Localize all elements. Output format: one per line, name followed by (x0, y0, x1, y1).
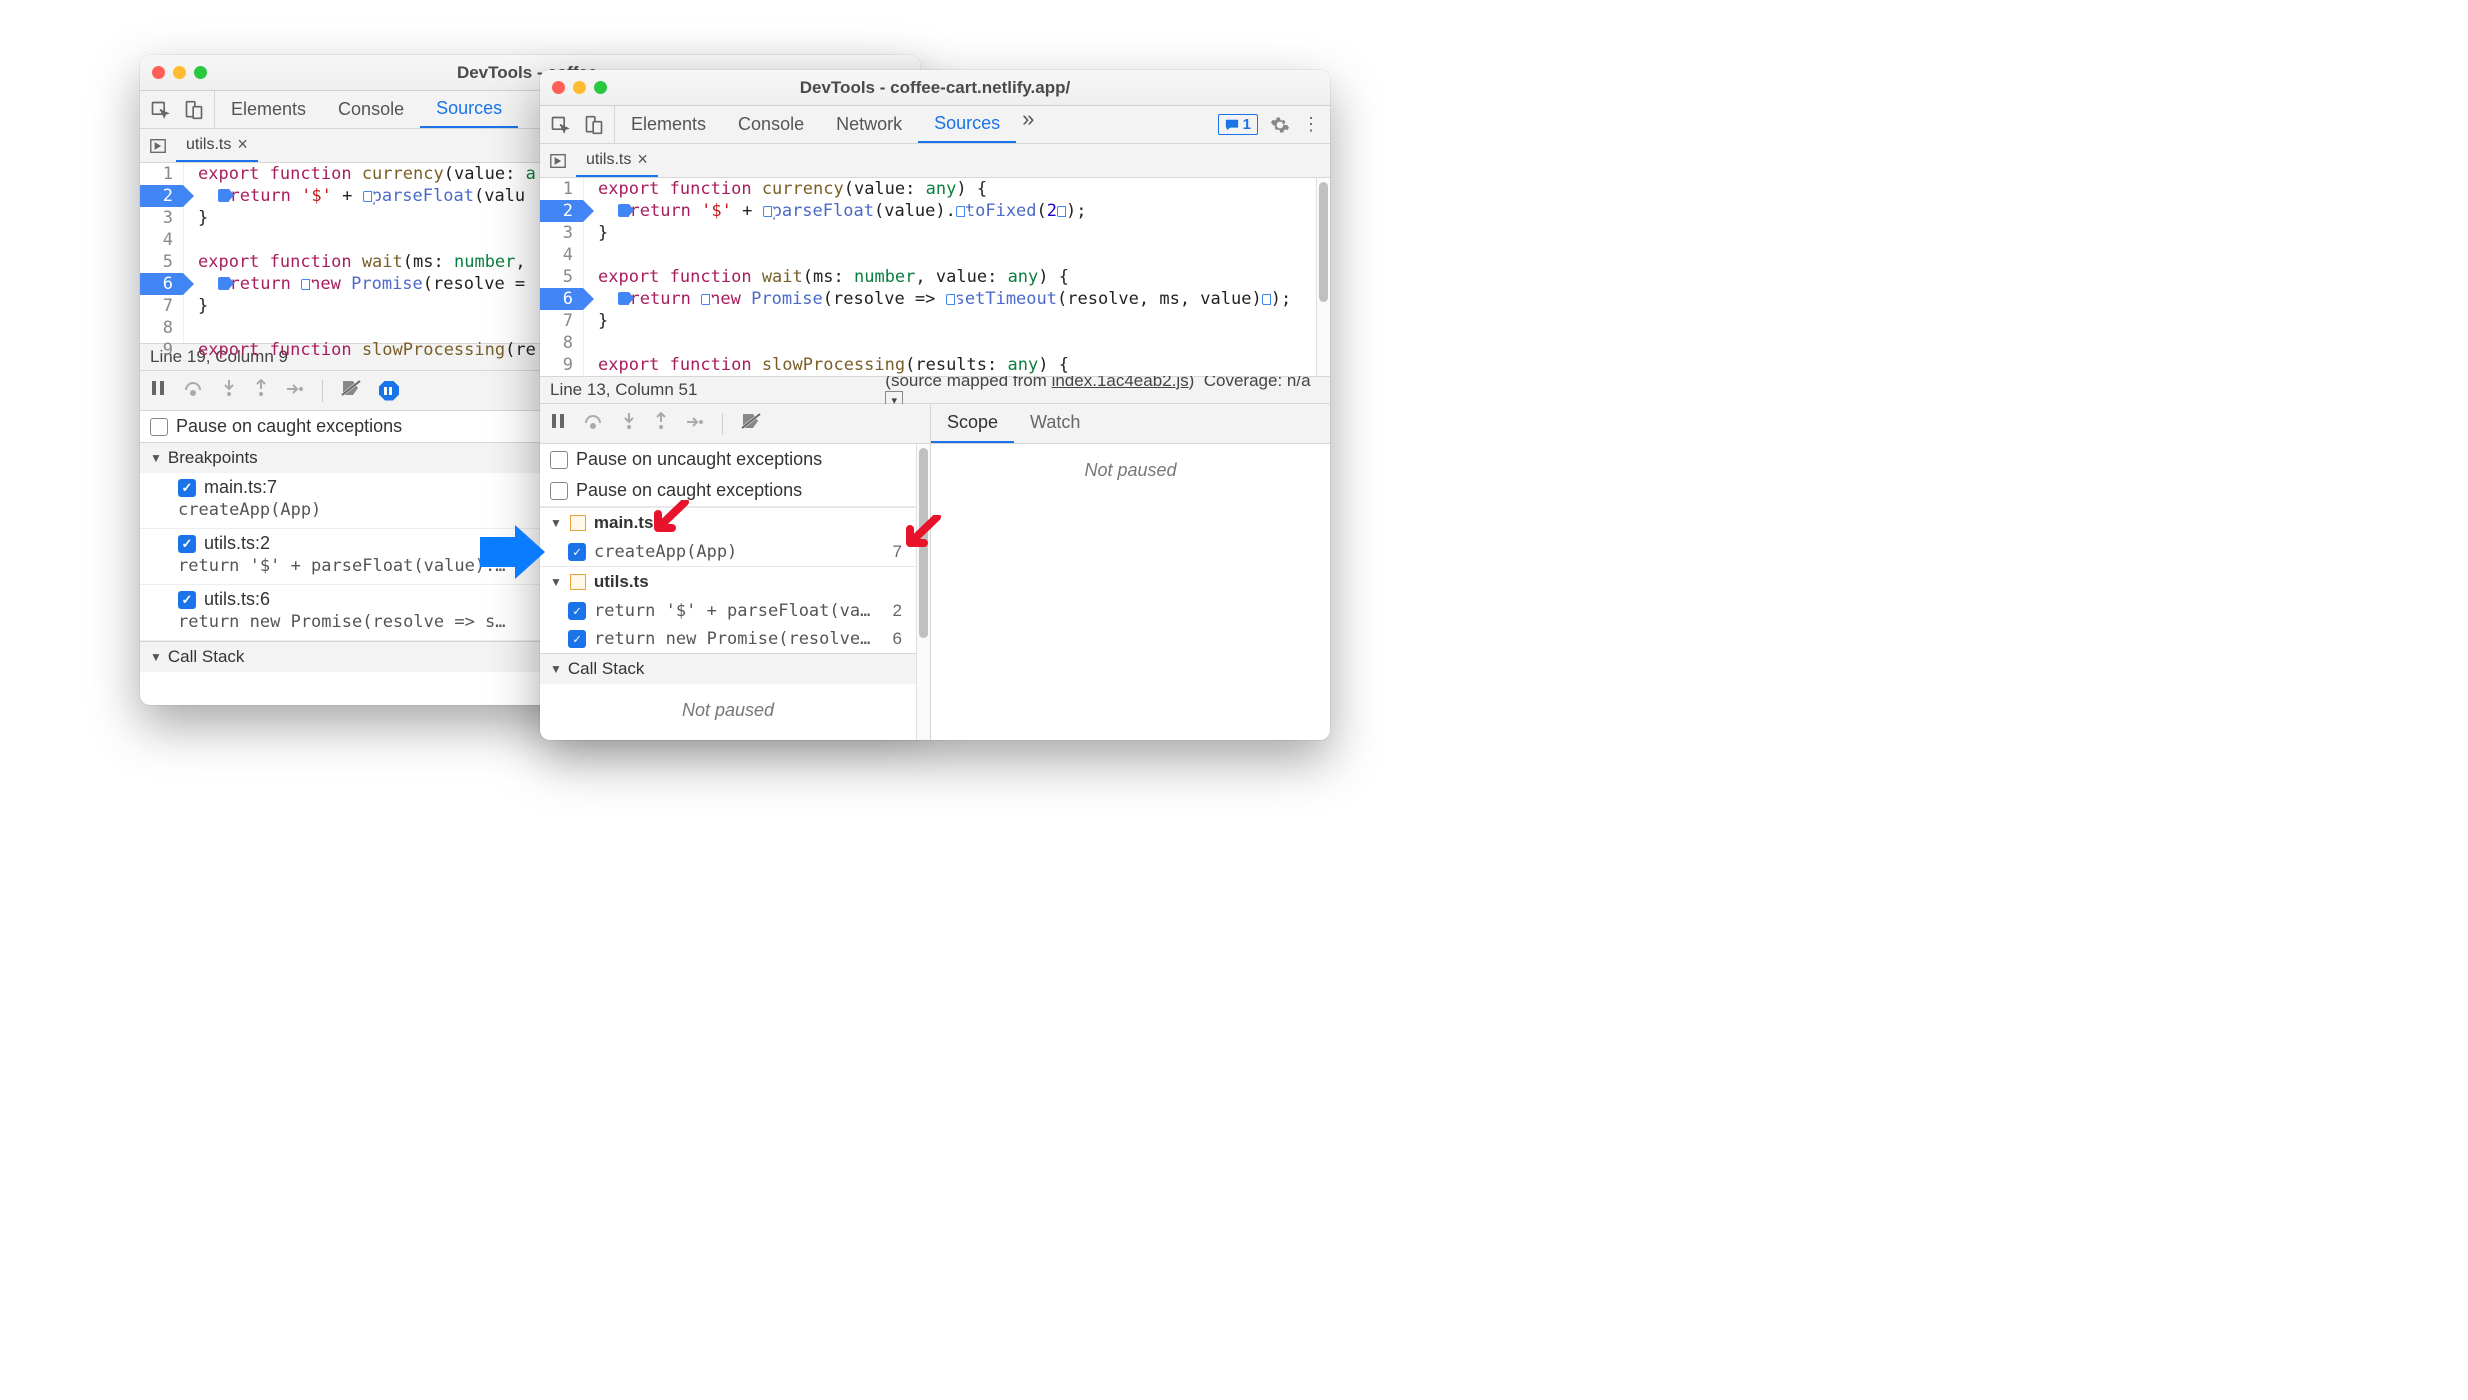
close-tab-icon[interactable]: × (237, 134, 248, 155)
annotation-arrow-red (650, 500, 690, 540)
breakpoint-item[interactable]: return new Promise(resolve… 6 (540, 625, 916, 654)
step-out-icon[interactable] (654, 412, 668, 435)
file-icon (570, 574, 586, 590)
step-into-icon[interactable] (622, 412, 636, 435)
pause-on-exceptions-icon[interactable] (379, 381, 399, 401)
step-into-icon[interactable] (222, 379, 236, 402)
close-icon[interactable] (552, 81, 565, 94)
tab-console[interactable]: Console (322, 91, 420, 128)
breakpoint-checkbox[interactable] (568, 602, 586, 620)
scrollbar[interactable] (1316, 178, 1330, 376)
breakpoint-item[interactable]: return '$' + parseFloat(va… 2 (540, 597, 916, 625)
maximize-icon[interactable] (194, 66, 207, 79)
close-tab-icon[interactable]: × (637, 149, 648, 170)
code-editor[interactable]: 1234 56789 export function currency(valu… (540, 178, 1330, 376)
device-icon[interactable] (584, 115, 604, 135)
scrollbar[interactable] (916, 444, 930, 740)
not-paused-label: Not paused (540, 684, 916, 737)
navigator-icon[interactable] (540, 144, 576, 177)
breakpoint-group-utils[interactable]: ▼ utils.ts (540, 566, 916, 597)
more-tabs-icon[interactable]: » (1016, 106, 1040, 143)
window-title: DevTools - coffee-cart.netlify.app/ (540, 78, 1330, 98)
tab-console[interactable]: Console (722, 106, 820, 143)
titlebar[interactable]: DevTools - coffee-cart.netlify.app/ (540, 70, 1330, 106)
callstack-header[interactable]: ▼Call Stack (540, 654, 916, 684)
tab-scope[interactable]: Scope (931, 404, 1014, 443)
breakpoint-group-main[interactable]: ▼ main.ts (540, 507, 916, 538)
pause-uncaught-checkbox[interactable]: Pause on uncaught exceptions (540, 444, 916, 475)
devtools-window-new: DevTools - coffee-cart.netlify.app/ Elem… (540, 70, 1330, 740)
maximize-icon[interactable] (594, 81, 607, 94)
step-out-icon[interactable] (254, 379, 268, 402)
annotation-arrow-blue (480, 525, 545, 580)
pause-icon[interactable] (550, 413, 566, 434)
breakpoint-item[interactable]: createApp(App) 7 (540, 538, 916, 566)
tab-sources[interactable]: Sources (918, 106, 1016, 143)
tab-network[interactable]: Network (820, 106, 918, 143)
inspect-icon[interactable] (150, 100, 170, 120)
scope-watch-panel: Scope Watch Not paused (930, 404, 1330, 740)
file-tab-utils[interactable]: utils.ts × (176, 129, 258, 162)
navigator-icon[interactable] (140, 129, 176, 162)
kebab-icon[interactable]: ⋮ (1302, 114, 1320, 135)
editor-statusbar: Line 13, Column 51 (source mapped from i… (540, 376, 1330, 404)
step-over-icon[interactable] (584, 413, 604, 434)
step-icon[interactable] (286, 380, 304, 401)
breakpoint-checkbox[interactable] (568, 630, 586, 648)
tab-elements[interactable]: Elements (615, 106, 722, 143)
issues-badge[interactable]: 1 (1218, 114, 1258, 135)
close-icon[interactable] (152, 66, 165, 79)
device-icon[interactable] (184, 100, 204, 120)
pause-caught-checkbox[interactable]: Pause on caught exceptions (540, 475, 916, 507)
tab-sources[interactable]: Sources (420, 91, 518, 128)
not-paused-label: Not paused (931, 444, 1330, 497)
file-icon (570, 515, 586, 531)
deactivate-breakpoints-icon[interactable] (341, 379, 361, 402)
debugger-controls (540, 404, 930, 444)
breakpoint-checkbox[interactable] (568, 543, 586, 561)
step-icon[interactable] (686, 413, 704, 434)
pause-icon[interactable] (150, 380, 166, 401)
file-tabs: utils.ts × (540, 144, 1330, 178)
breakpoint-checkbox[interactable] (178, 535, 196, 553)
inspect-icon[interactable] (550, 115, 570, 135)
minimize-icon[interactable] (173, 66, 186, 79)
file-tab-utils[interactable]: utils.ts × (576, 144, 658, 177)
breakpoint-checkbox[interactable] (178, 591, 196, 609)
gear-icon[interactable] (1270, 115, 1290, 135)
panel-tabs: Elements Console Network Sources » 1 ⋮ (540, 106, 1330, 144)
tab-elements[interactable]: Elements (215, 91, 322, 128)
tab-watch[interactable]: Watch (1014, 404, 1096, 443)
deactivate-breakpoints-icon[interactable] (741, 412, 761, 435)
step-over-icon[interactable] (184, 380, 204, 401)
breakpoint-checkbox[interactable] (178, 479, 196, 497)
annotation-arrow-red (902, 515, 942, 555)
minimize-icon[interactable] (573, 81, 586, 94)
